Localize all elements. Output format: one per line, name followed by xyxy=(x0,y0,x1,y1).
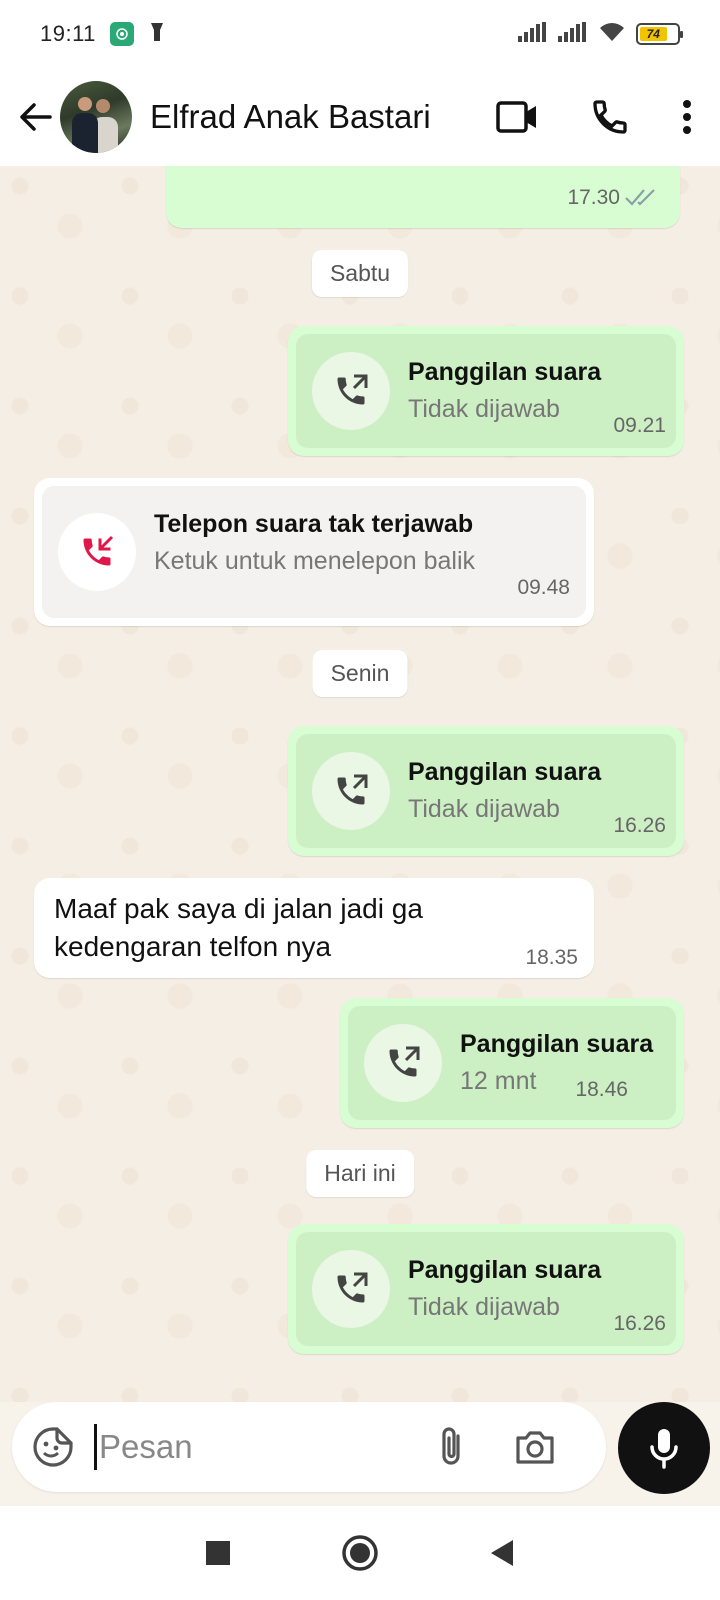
back-arrow-icon xyxy=(20,103,52,131)
status-bar: 19:11 74 xyxy=(0,0,720,68)
missed-call-icon xyxy=(83,535,114,566)
incoming-text-bubble[interactable]: Maaf pak saya di jalan jadi ga kedengara… xyxy=(34,878,594,978)
message-text-line: kedengaran telfon nya xyxy=(54,931,332,962)
back-nav-button[interactable] xyxy=(489,1538,515,1568)
video-call-icon xyxy=(496,101,536,133)
sticker-button[interactable] xyxy=(32,1426,74,1468)
outgoing-call-icon-circle xyxy=(312,1250,390,1328)
more-options-button[interactable] xyxy=(682,99,692,135)
message-text: Maaf pak saya di jalan jadi ga kedengara… xyxy=(54,890,423,966)
message-time: 09.48 xyxy=(517,576,570,599)
message-time: 09.21 xyxy=(613,414,666,437)
chat-area[interactable]: 17.30 Sabtu Panggilan suara Tidak dijawa… xyxy=(0,166,720,1402)
call-status: Tidak dijawab xyxy=(408,1293,560,1321)
outgoing-call-bubble[interactable]: Panggilan suara Tidak dijawab 16.26 xyxy=(288,726,684,856)
message-input-pill xyxy=(12,1402,606,1492)
hotspot-app-icon xyxy=(109,22,134,46)
message-bubble-partial[interactable]: 17.30 xyxy=(166,166,680,228)
paperclip-icon xyxy=(442,1427,460,1465)
voice-call-button[interactable] xyxy=(590,97,630,137)
voice-call-icon xyxy=(593,100,627,134)
attach-button[interactable] xyxy=(434,1426,468,1468)
battery-level: 74 xyxy=(640,27,667,41)
back-button[interactable] xyxy=(16,97,56,137)
outgoing-call-bubble[interactable]: Panggilan suara 12 mnt 18.46 xyxy=(340,998,684,1128)
missed-call-card[interactable]: Telepon suara tak terjawab Ketuk untuk m… xyxy=(42,486,586,618)
message-time: 17.30 xyxy=(567,186,620,209)
contact-avatar[interactable] xyxy=(60,81,132,153)
camera-button[interactable] xyxy=(514,1429,556,1465)
outgoing-call-icon xyxy=(337,1272,368,1303)
wifi-icon xyxy=(598,21,626,48)
call-status: Tidak dijawab xyxy=(408,395,560,423)
missed-call-hint: Ketuk untuk menelepon balik xyxy=(154,547,476,575)
missed-call-title: Telepon suara tak terjawab xyxy=(154,510,474,538)
missed-call-bubble[interactable]: Telepon suara tak terjawab Ketuk untuk m… xyxy=(34,478,594,626)
date-chip-today: Hari ini xyxy=(306,1150,414,1197)
call-title: Panggilan suara xyxy=(408,758,602,786)
message-time: 16.26 xyxy=(613,1312,666,1335)
battery-icon: 74 xyxy=(636,23,683,45)
contact-name[interactable]: Elfrad Anak Bastari xyxy=(150,98,446,136)
back-triangle-icon xyxy=(491,1540,513,1566)
home-button[interactable] xyxy=(341,1534,379,1572)
call-title: Panggilan suara xyxy=(460,1030,654,1058)
outgoing-call-icon xyxy=(337,374,368,405)
more-options-icon xyxy=(683,100,691,134)
system-nav-bar xyxy=(0,1506,720,1600)
outgoing-call-icon-circle xyxy=(364,1024,442,1102)
signal-icon-2 xyxy=(558,21,588,47)
outgoing-call-bubble[interactable]: Panggilan suara Tidak dijawab 09.21 xyxy=(288,326,684,456)
read-ticks-icon xyxy=(625,189,655,206)
message-text-line: Maaf pak saya di jalan jadi ga xyxy=(54,893,423,924)
flashlight-icon xyxy=(148,21,166,48)
message-time: 16.26 xyxy=(613,814,666,837)
status-time: 19:11 xyxy=(40,21,96,46)
voice-record-button[interactable] xyxy=(618,1402,710,1494)
call-title: Panggilan suara xyxy=(408,358,602,386)
call-status: Tidak dijawab xyxy=(408,795,560,823)
outgoing-call-icon xyxy=(337,774,368,805)
home-circle-icon xyxy=(342,1535,378,1571)
recents-square-icon xyxy=(206,1541,230,1565)
recents-button[interactable] xyxy=(205,1540,231,1566)
outgoing-call-icon-circle xyxy=(312,752,390,830)
chat-header: Elfrad Anak Bastari xyxy=(0,68,720,166)
date-chip-saturday: Sabtu xyxy=(311,250,409,297)
outgoing-call-icon xyxy=(389,1046,420,1077)
message-time: 18.35 xyxy=(525,946,578,969)
microphone-icon xyxy=(650,1429,678,1469)
outgoing-call-icon-circle xyxy=(312,352,390,430)
camera-icon xyxy=(516,1431,554,1464)
call-card[interactable]: Panggilan suara 12 mnt xyxy=(348,1006,676,1120)
message-time: 18.46 xyxy=(575,1078,628,1101)
video-call-button[interactable] xyxy=(496,100,538,134)
signal-icon-1 xyxy=(518,21,548,47)
message-input[interactable] xyxy=(94,1424,414,1470)
sticker-icon xyxy=(33,1427,73,1467)
message-composer xyxy=(0,1402,720,1506)
missed-call-icon-circle xyxy=(58,513,136,591)
call-title: Panggilan suara xyxy=(408,1256,602,1284)
date-chip-monday: Senin xyxy=(312,650,408,697)
outgoing-call-bubble[interactable]: Panggilan suara Tidak dijawab 16.26 xyxy=(288,1224,684,1354)
